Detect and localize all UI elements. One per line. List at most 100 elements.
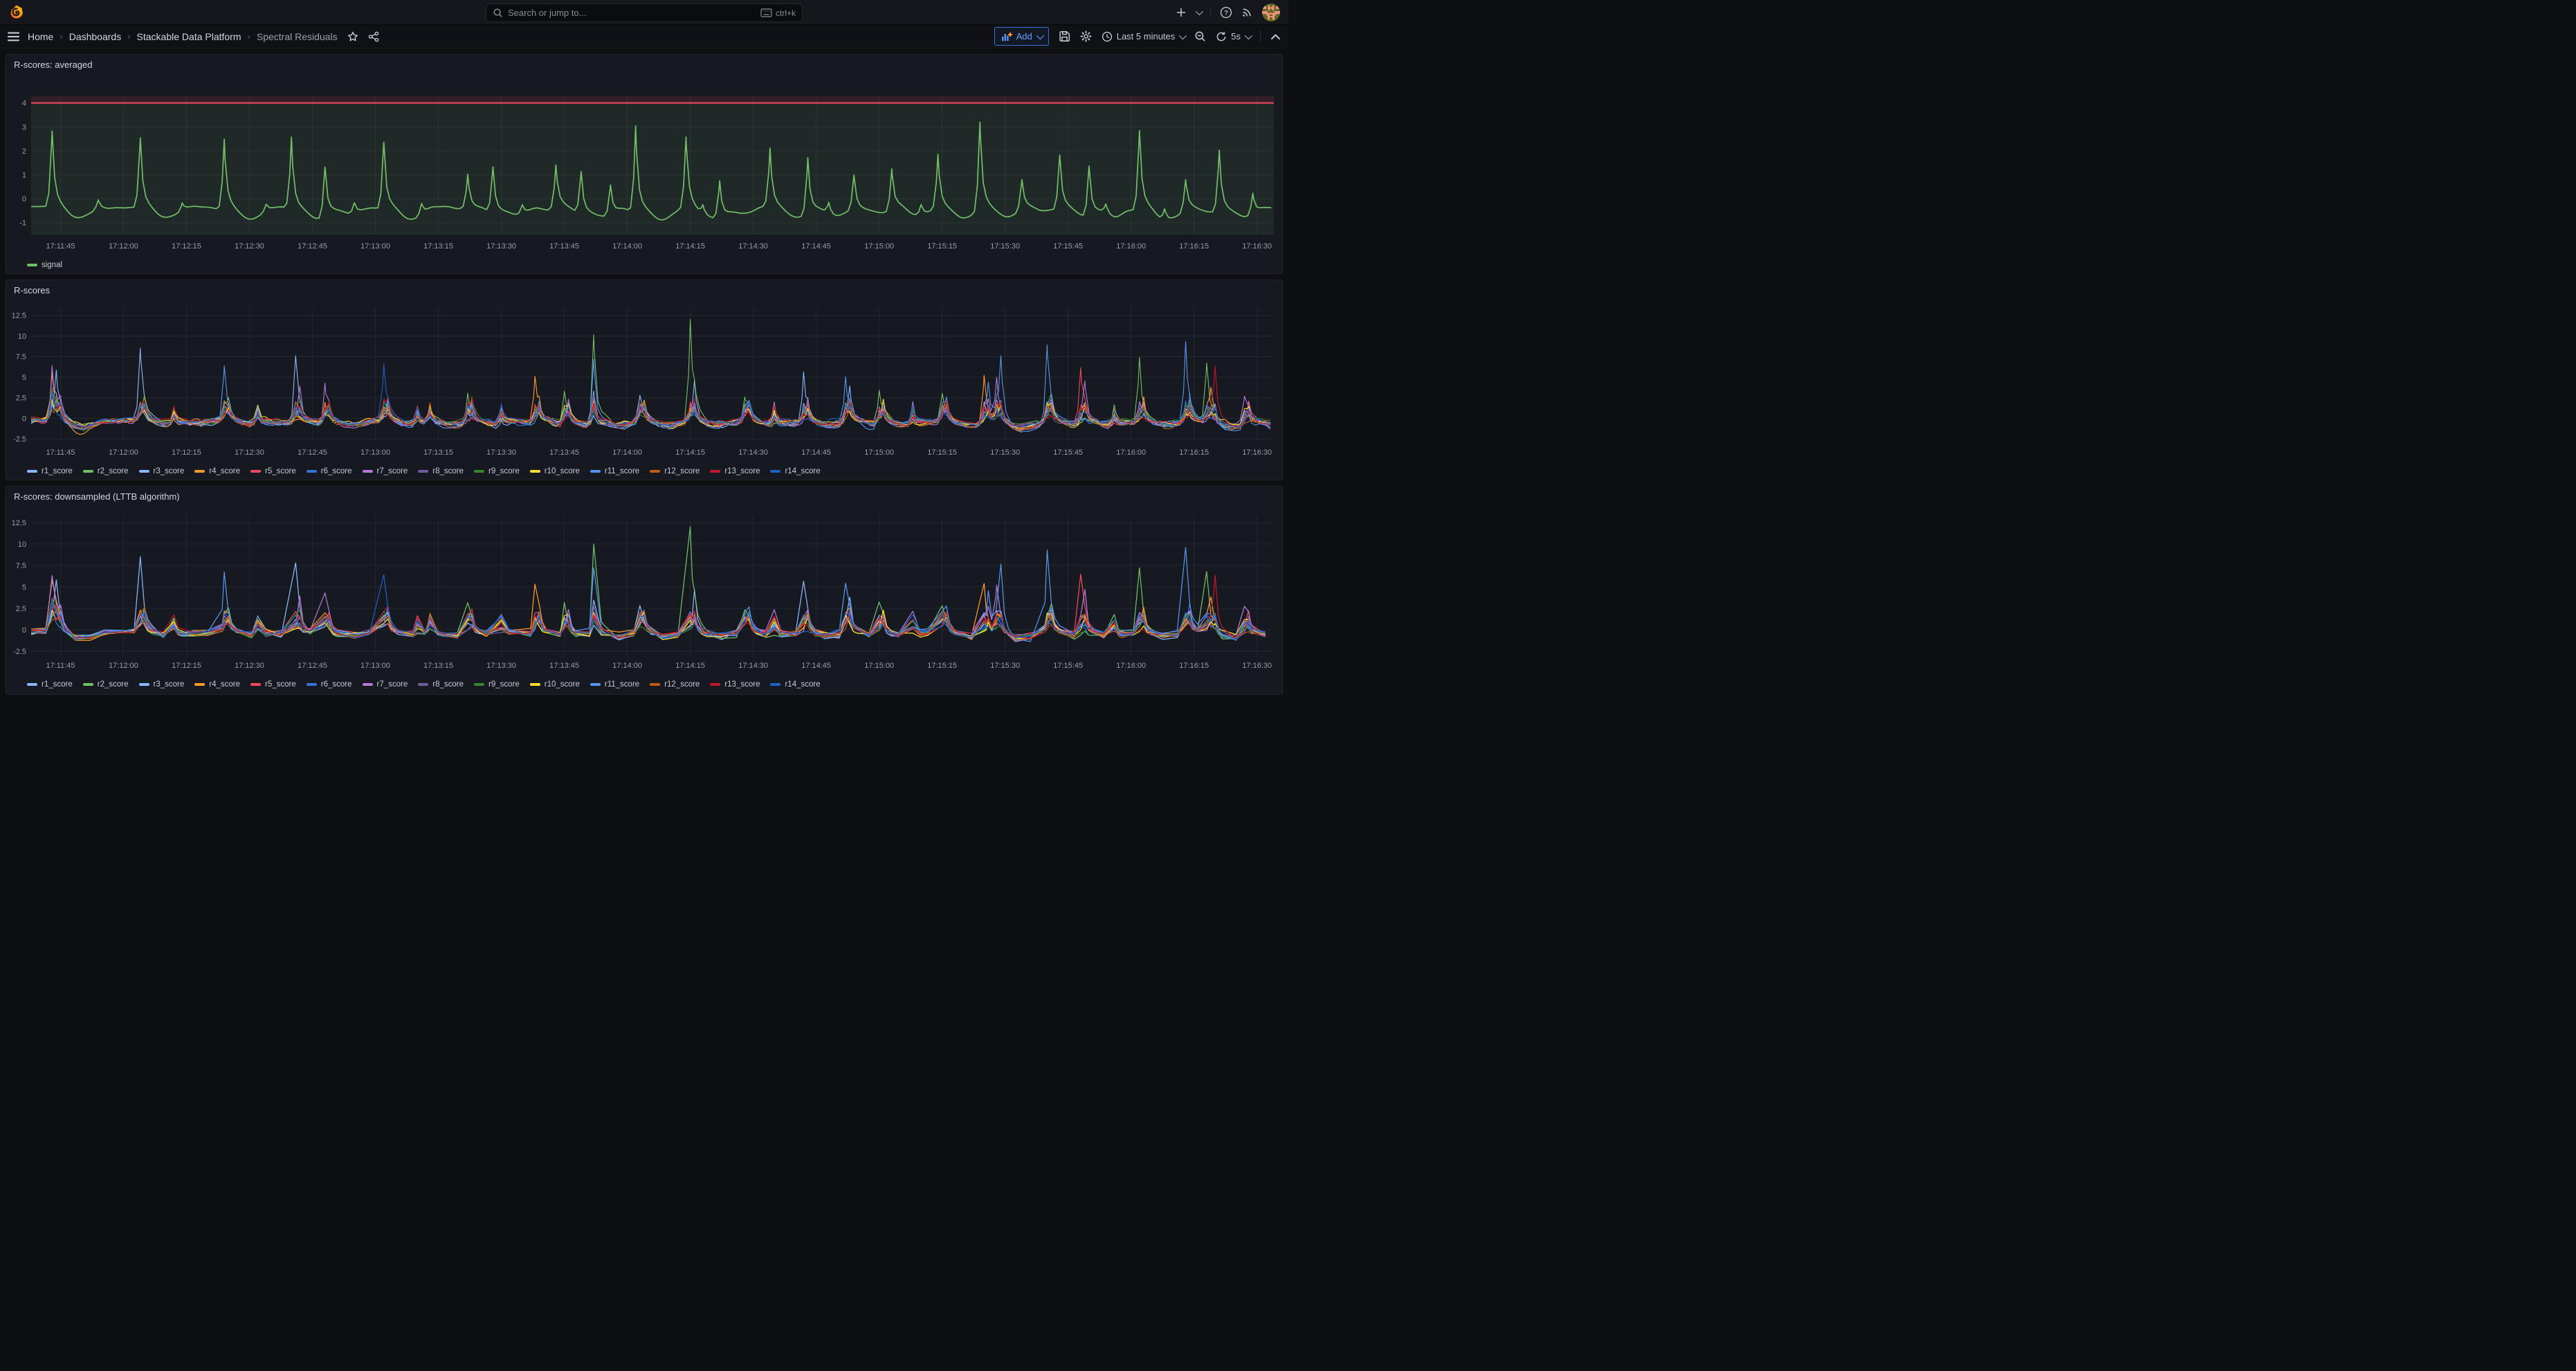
svg-text:17:15:15: 17:15:15: [927, 242, 957, 251]
svg-text:17:11:45: 17:11:45: [46, 448, 75, 457]
legend-marker: [710, 470, 720, 473]
panel-r-scores-downsampled: R-scores: downsampled (LTTB algorithm) 1…: [6, 486, 1283, 695]
legend-item-r7_score[interactable]: r7_score: [363, 467, 408, 475]
legend-item-r10_score[interactable]: r10_score: [530, 467, 580, 475]
legend-marker: [194, 470, 205, 473]
search-input[interactable]: [508, 8, 756, 18]
svg-text:17:12:15: 17:12:15: [172, 662, 201, 670]
chart-svg[interactable]: 17:11:4517:12:0017:12:1517:12:3017:12:45…: [12, 75, 1278, 257]
legend-item-r11_score[interactable]: r11_score: [590, 680, 639, 689]
legend-label: r11_score: [605, 680, 639, 689]
legend-item-r1_score[interactable]: r1_score: [27, 467, 73, 475]
breadcrumb: Home › Dashboards › Stackable Data Platf…: [28, 31, 338, 42]
legend-item-r7_score[interactable]: r7_score: [363, 680, 408, 689]
legend-item-r1_score[interactable]: r1_score: [27, 680, 73, 689]
save-dashboard-button[interactable]: [1059, 30, 1070, 42]
chart-svg[interactable]: 17:11:4517:12:0017:12:1517:12:3017:12:45…: [12, 507, 1278, 676]
share-button[interactable]: [368, 31, 379, 42]
collapse-toolbar-button[interactable]: [1270, 33, 1281, 40]
legend-item-r10_score[interactable]: r10_score: [530, 680, 580, 689]
svg-text:17:14:30: 17:14:30: [738, 448, 768, 457]
legend-label: r9_score: [488, 680, 520, 689]
legend-item-r2_score[interactable]: r2_score: [83, 467, 129, 475]
user-avatar[interactable]: [1262, 3, 1280, 21]
new-item-button[interactable]: [1176, 7, 1187, 18]
chart-svg[interactable]: 17:11:4517:12:0017:12:1517:12:3017:12:45…: [12, 301, 1278, 463]
legend-item-r9_score[interactable]: r9_score: [474, 680, 520, 689]
panel-title[interactable]: R-scores: [6, 280, 1282, 301]
legend-item-r3_score[interactable]: r3_score: [139, 680, 185, 689]
legend-item-r5_score[interactable]: r5_score: [250, 467, 296, 475]
legend-marker: [307, 683, 317, 686]
panel-legend: signal: [27, 257, 1282, 273]
legend-label: r5_score: [265, 467, 296, 475]
legend-item-r5_score[interactable]: r5_score: [250, 680, 296, 689]
new-item-chevron[interactable]: [1196, 10, 1201, 15]
series-line-r1_score: [31, 348, 1270, 428]
svg-text:17:16:15: 17:16:15: [1179, 242, 1209, 251]
legend-item-r4_score[interactable]: r4_score: [194, 680, 240, 689]
legend-marker: [650, 683, 660, 686]
legend-item-r6_score[interactable]: r6_score: [307, 467, 352, 475]
time-range-picker[interactable]: Last 5 minutes: [1102, 31, 1185, 42]
legend-item-r13_score[interactable]: r13_score: [710, 467, 760, 475]
legend-marker: [650, 470, 660, 473]
plus-icon: [1176, 7, 1187, 18]
legend-item-r4_score[interactable]: r4_score: [194, 467, 240, 475]
panel-legend: r1_score r2_score r3_score r4_score r5_score…: [27, 463, 1282, 480]
refresh-picker[interactable]: 5s: [1216, 31, 1250, 42]
breadcrumb-separator: ›: [60, 31, 62, 42]
svg-text:17:14:45: 17:14:45: [801, 448, 831, 457]
favorite-button[interactable]: [347, 31, 358, 42]
panel-title[interactable]: R-scores: downsampled (LTTB algorithm): [6, 487, 1282, 507]
breadcrumb-folder[interactable]: Stackable Data Platform: [137, 31, 241, 42]
svg-text:17:15:00: 17:15:00: [864, 662, 894, 670]
zoom-out-button[interactable]: [1194, 30, 1206, 42]
rss-icon: [1241, 6, 1253, 18]
breadcrumb-home[interactable]: Home: [28, 31, 53, 42]
legend-item-r8_score[interactable]: r8_score: [418, 680, 464, 689]
legend-item-r3_score[interactable]: r3_score: [139, 467, 185, 475]
svg-text:2.5: 2.5: [16, 394, 26, 403]
svg-text:17:12:00: 17:12:00: [109, 242, 138, 251]
svg-text:17:13:45: 17:13:45: [549, 242, 579, 251]
add-panel-button[interactable]: Add: [994, 27, 1049, 46]
threshold-region-above: [31, 96, 1274, 103]
star-icon: [347, 31, 358, 42]
svg-text:10: 10: [18, 332, 26, 341]
panel-r-scores-plot[interactable]: 17:11:4517:12:0017:12:1517:12:3017:12:45…: [12, 301, 1278, 463]
dashboard-settings-button[interactable]: [1080, 30, 1092, 42]
legend-label: r9_score: [488, 467, 520, 475]
svg-text:17:13:30: 17:13:30: [486, 662, 516, 670]
mega-menu-button[interactable]: [8, 32, 19, 42]
legend-item-signal[interactable]: signal: [27, 261, 62, 269]
svg-text:17:12:45: 17:12:45: [298, 448, 327, 457]
news-button[interactable]: [1241, 6, 1253, 18]
legend-item-r12_score[interactable]: r12_score: [650, 680, 700, 689]
legend-item-r14_score[interactable]: r14_score: [770, 467, 820, 475]
svg-text:17:14:00: 17:14:00: [612, 662, 642, 670]
legend-item-r11_score[interactable]: r11_score: [590, 467, 639, 475]
panel-r-scores-downsampled-plot[interactable]: 17:11:4517:12:0017:12:1517:12:3017:12:45…: [12, 507, 1278, 676]
panel-r-scores-averaged: R-scores: averaged 17:11:4517:12:0017:12…: [6, 54, 1283, 274]
legend-item-r14_score[interactable]: r14_score: [770, 680, 820, 689]
legend-item-r8_score[interactable]: r8_score: [418, 467, 464, 475]
global-search[interactable]: ctrl+k: [486, 3, 803, 22]
panel-title[interactable]: R-scores: averaged: [6, 55, 1282, 75]
grafana-logo-icon[interactable]: [8, 4, 25, 21]
legend-item-r12_score[interactable]: r12_score: [650, 467, 700, 475]
breadcrumb-dashboards[interactable]: Dashboards: [69, 31, 122, 42]
breadcrumb-separator: ›: [127, 31, 130, 42]
legend-label: r2_score: [98, 467, 129, 475]
legend-item-r13_score[interactable]: r13_score: [710, 680, 760, 689]
svg-text:17:12:15: 17:12:15: [172, 242, 201, 251]
help-button[interactable]: ?: [1220, 6, 1232, 19]
legend-item-r2_score[interactable]: r2_score: [83, 680, 129, 689]
panel-r-scores-averaged-plot[interactable]: 17:11:4517:12:0017:12:1517:12:3017:12:45…: [12, 75, 1278, 257]
legend-item-r6_score[interactable]: r6_score: [307, 680, 352, 689]
legend-item-r9_score[interactable]: r9_score: [474, 467, 520, 475]
legend-label: r12_score: [664, 680, 700, 689]
svg-text:2: 2: [22, 147, 26, 156]
avatar-identicon-icon: [1262, 3, 1280, 21]
svg-text:7.5: 7.5: [16, 562, 26, 570]
